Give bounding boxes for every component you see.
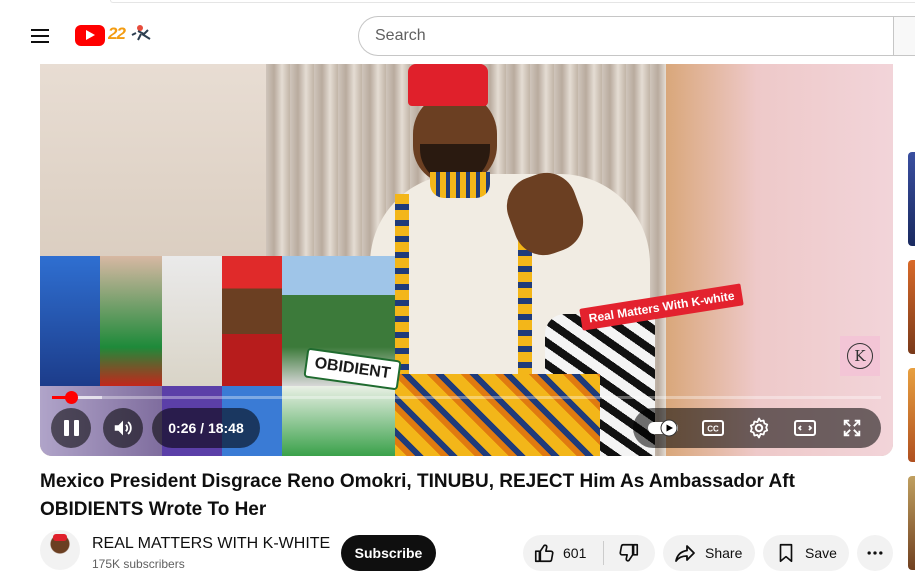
theater-mode-icon[interactable] [791,414,819,442]
save-bookmark-icon [779,543,793,563]
thumbs-down-icon [619,543,639,562]
patterned-pants [390,374,600,456]
channel-name[interactable]: REAL MATTERS WITH K-WHITE [92,535,330,553]
volume-icon [114,420,132,436]
pause-button[interactable] [51,408,91,448]
collage-photo [162,256,222,386]
search-button[interactable] [893,16,915,56]
time-display: 0:26 / 18:48 [152,408,260,448]
progress-bar[interactable] [52,396,881,399]
watermark-letter: K [847,343,873,369]
red-cap [408,64,488,106]
like-button[interactable]: 601 [523,535,603,571]
related-video-thumbnail[interactable] [908,260,915,354]
related-video-thumbnail[interactable] [908,152,915,246]
patterned-collar [430,172,490,198]
thumbs-up-icon [534,544,554,563]
video-player[interactable]: OBIDIENT Real Matters With K-white K 0:2… [40,64,893,456]
top-border [110,0,915,3]
masthead: 22 Search [0,0,915,64]
autoplay-toggle-icon[interactable] [648,414,680,442]
collage-photo [222,256,282,386]
save-label: Save [805,545,837,561]
collage-photo [40,256,100,386]
doodle-logo: 22 [107,22,156,49]
subscribe-button[interactable]: Subscribe [341,535,436,571]
volume-button[interactable] [103,408,143,448]
search-placeholder: Search [375,27,426,44]
svg-text:22: 22 [108,24,126,43]
more-dots-icon [867,551,883,555]
youtube-logo-icon[interactable]: 22 [75,22,156,49]
like-dislike-group: 601 [523,535,655,571]
related-video-thumbnail[interactable] [908,476,915,570]
related-video-thumbnail[interactable] [908,368,915,462]
collage-photo [100,256,162,386]
captions-icon[interactable]: CC [699,414,727,442]
fullscreen-icon[interactable] [838,414,866,442]
video-title: Mexico President Disgrace Reno Omokri, T… [40,471,795,520]
subscriber-count: 175K subscribers [92,557,185,571]
progress-scrubber[interactable] [65,391,79,404]
like-count: 601 [563,545,587,561]
share-arrow-icon [675,545,695,562]
menu-icon[interactable] [24,20,56,52]
svg-text:CC: CC [707,425,719,434]
settings-gear-icon[interactable] [745,414,773,442]
channel-watermark[interactable]: K [840,336,880,376]
search-input[interactable]: Search [358,16,894,56]
more-actions-button[interactable] [857,535,893,571]
channel-avatar[interactable] [40,530,80,570]
share-label: Share [705,545,743,561]
dislike-button[interactable] [604,535,654,571]
save-button[interactable]: Save [763,535,849,571]
youtube-play-logo [75,25,105,46]
right-controls: CC [633,408,881,448]
share-button[interactable]: Share [663,535,755,571]
pause-icon [63,420,79,436]
